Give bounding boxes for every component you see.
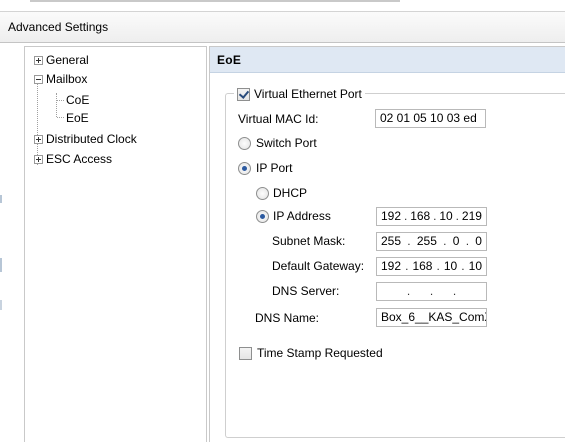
window-top-edge	[30, 0, 400, 2]
ip-octet: 255	[416, 234, 437, 248]
virtual-ethernet-port-checkbox[interactable]	[237, 87, 250, 101]
expand-plus-icon[interactable]	[34, 56, 43, 65]
tree-item-label: Distributed Clock	[46, 132, 137, 146]
ip-address-label: IP Address	[273, 209, 331, 223]
dns-name-label: DNS Name:	[255, 311, 320, 325]
tree-connector	[37, 77, 38, 165]
ip-port-radio[interactable]	[238, 162, 251, 175]
dns-name-value: Box_6__KAS_ComX	[381, 310, 487, 324]
ip-address-radio[interactable]	[256, 210, 269, 223]
time-stamp-toggle[interactable]: Time Stamp Requested	[239, 346, 383, 360]
dhcp-label: DHCP	[273, 186, 308, 200]
virtual-ethernet-port-toggle[interactable]: Virtual Ethernet Port	[234, 86, 365, 102]
collapse-minus-icon[interactable]	[34, 75, 43, 84]
settings-tree[interactable]: General Mailbox CoE EoE Distributed Cloc…	[24, 46, 207, 442]
ip-octet: 0	[452, 234, 460, 248]
default-gateway-field[interactable]: 192. 168. 10. 10	[376, 257, 487, 276]
panel-header: EoE	[210, 47, 565, 73]
ip-octet: 168	[412, 259, 433, 273]
ip-port-label: IP Port	[256, 161, 293, 175]
edge-marker	[0, 300, 2, 310]
tree-item-eoe[interactable]: EoE	[66, 110, 89, 126]
virtual-mac-value: 02 01 05 10 03 ed	[380, 111, 477, 125]
title-bar: Advanced Settings	[0, 11, 565, 43]
dns-name-field[interactable]: Box_6__KAS_ComX	[376, 308, 487, 327]
virtual-ethernet-port-label: Virtual Ethernet Port	[254, 87, 362, 101]
ip-octet: 10	[443, 259, 458, 273]
switch-port-radio[interactable]	[238, 137, 251, 150]
expand-plus-icon[interactable]	[34, 155, 43, 164]
tree-item-coe[interactable]: CoE	[66, 92, 89, 108]
tree-item-label: ESC Access	[46, 152, 113, 166]
tree-connector	[56, 93, 57, 117]
edge-marker	[0, 195, 2, 203]
subnet-mask-label: Subnet Mask:	[272, 234, 346, 248]
edge-marker	[0, 258, 2, 272]
switch-port-label: Switch Port	[256, 136, 317, 150]
ip-address-field[interactable]: 192. 168. 10. 219	[376, 207, 487, 226]
ip-octet: 10	[468, 259, 482, 273]
time-stamp-checkbox[interactable]	[239, 346, 252, 360]
subnet-mask-field[interactable]: 255. 255. 0. 0	[376, 232, 487, 251]
tree-item-label: Mailbox	[46, 72, 88, 86]
expand-plus-icon[interactable]	[34, 135, 43, 144]
time-stamp-label: Time Stamp Requested	[257, 346, 383, 360]
ip-octet: 192	[381, 259, 402, 273]
default-gateway-label: Default Gateway:	[272, 259, 365, 273]
panel-title: EoE	[217, 53, 242, 67]
virtual-mac-label: Virtual MAC Id:	[238, 112, 319, 126]
dns-server-label: DNS Server:	[272, 284, 340, 298]
ip-octet: 255	[381, 234, 402, 248]
tree-item-label: EoE	[66, 111, 89, 125]
tree-connector	[57, 117, 64, 118]
window-title: Advanced Settings	[8, 20, 109, 34]
ip-octet: 0	[475, 234, 482, 248]
ip-octet: 168	[410, 209, 431, 223]
tree-item-label: General	[46, 53, 89, 67]
ip-octet: 192	[381, 209, 402, 223]
tree-item-label: CoE	[66, 93, 90, 107]
ip-octet: 219	[461, 209, 482, 223]
ip-octet: 10	[439, 209, 453, 223]
dns-server-field[interactable]: . . .	[376, 282, 487, 301]
tree-connector	[57, 100, 64, 101]
dhcp-radio[interactable]	[256, 187, 269, 200]
virtual-mac-field[interactable]: 02 01 05 10 03 ed	[375, 109, 486, 128]
